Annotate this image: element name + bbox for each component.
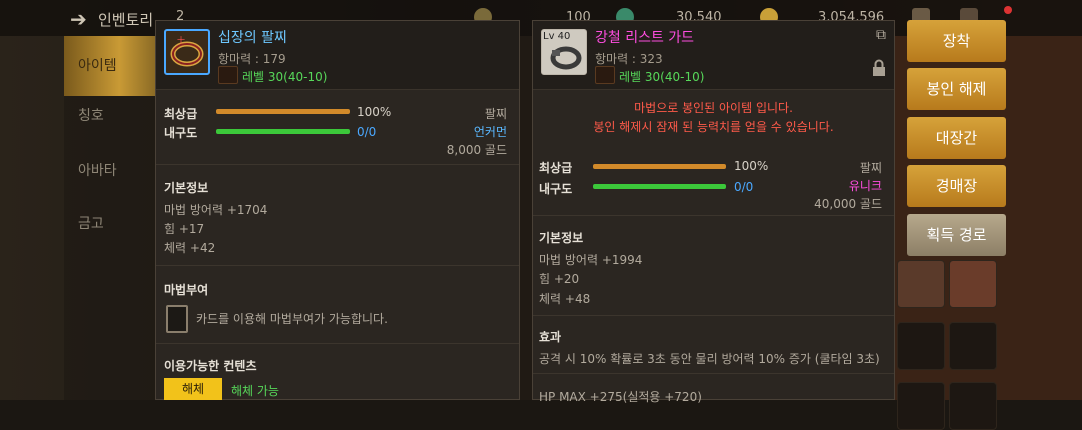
page-title: 인벤토리 (98, 11, 154, 29)
item-name: 십장의 팔찌 (218, 30, 287, 46)
card-slot-icon[interactable] (166, 305, 188, 333)
inventory-slot[interactable] (897, 382, 945, 430)
back-arrow-icon[interactable]: ➔ (70, 7, 87, 31)
stat-line: 체력 +48 (539, 292, 591, 306)
auction-button[interactable]: 경매장 (907, 165, 1006, 207)
tooltip-header: Lv 40 강철 리스트 가드 항마력 : 323 레벨 30(40-10) ⧉ (533, 21, 894, 90)
basic-info-title: 기본정보 (164, 181, 209, 195)
sealed-notice-2: 봉인 해제시 잠재 된 능력치를 얻을 수 있습니다. (593, 120, 834, 134)
divider (156, 265, 519, 266)
quality-label: 최상급 (164, 107, 198, 121)
class-icon (595, 66, 615, 84)
durability-value: 0/0 (357, 125, 377, 139)
enchant-text: 카드를 이용해 마법부여가 가능합니다. (196, 312, 388, 326)
divider (156, 164, 519, 165)
quality-bar (593, 164, 726, 169)
content-title: 이용가능한 컨텐츠 (164, 359, 257, 373)
durability-value: 0/0 (734, 180, 754, 194)
item-tooltip-left: 十 십장의 팔찌 항마력 : 179 레벨 30(40-10) 최상급 100%… (155, 20, 520, 400)
durability-bar (216, 129, 350, 134)
stat-line: 힘 +17 (164, 222, 205, 236)
item-rarity: 유니크 (848, 179, 882, 193)
divider (533, 315, 894, 316)
item-name: 강철 리스트 가드 (595, 30, 695, 46)
quality-percent: 100% (734, 159, 769, 173)
level-badge: Lv 40 (543, 31, 571, 42)
svg-text:十: 十 (177, 35, 185, 45)
item-level: 레벨 30(40-10) (619, 70, 705, 84)
divider (533, 373, 894, 374)
tab-vault[interactable]: 금고 (64, 194, 156, 254)
item-power: 항마력 : 179 (218, 52, 286, 66)
item-price: 40,000 골드 (814, 197, 882, 211)
divider (156, 343, 519, 344)
effect-text: 공격 시 10% 확률로 3초 동안 물리 방어력 10% 증가 (쿨타임 3초… (539, 352, 880, 366)
durability-bar (593, 184, 726, 189)
equip-button[interactable]: 장착 (907, 20, 1006, 62)
item-price: 8,000 골드 (446, 143, 507, 157)
divider (533, 215, 894, 216)
acquisition-route-button[interactable]: 획득 경로 (907, 214, 1006, 256)
extra-stat: HP MAX +275(실적용 +720) (539, 390, 702, 404)
bracelet-icon: 十 (164, 29, 210, 75)
sealed-notice-1: 마법으로 봉인된 아이템 입니다. (634, 101, 793, 115)
tab-avatar[interactable]: 아바타 (64, 141, 156, 201)
tab-titles[interactable]: 칭호 (64, 86, 156, 146)
quality-label: 최상급 (539, 161, 573, 175)
item-rarity: 언커먼 (473, 125, 507, 139)
basic-info-title: 기본정보 (539, 231, 584, 245)
inventory-slot[interactable] (949, 322, 997, 370)
quality-bar (216, 109, 350, 114)
durability-label: 내구도 (539, 182, 573, 196)
quality-percent: 100% (357, 105, 392, 119)
inventory-slot[interactable] (897, 260, 945, 308)
stat-line: 마법 방어력 +1704 (164, 203, 268, 217)
lock-icon[interactable] (872, 59, 886, 81)
enchant-title: 마법부여 (164, 283, 209, 297)
sidebar: 아이템 칭호 아바타 금고 (64, 36, 156, 400)
inventory-slot[interactable] (949, 260, 997, 308)
inventory-slot[interactable] (949, 382, 997, 430)
stat-line: 체력 +42 (164, 241, 216, 255)
share-icon[interactable]: ⧉ (876, 27, 886, 43)
disassemble-button[interactable]: 해체 (164, 378, 222, 400)
item-level: 레벨 30(40-10) (242, 70, 328, 84)
disassemble-status: 해체 가능 (231, 384, 279, 398)
notification-dot-icon (1004, 6, 1012, 14)
blacksmith-button[interactable]: 대장간 (907, 117, 1006, 159)
stat-line: 힘 +20 (539, 272, 580, 286)
durability-label: 내구도 (164, 126, 198, 140)
stat-line: 마법 방어력 +1994 (539, 253, 643, 267)
item-slot: 팔찌 (859, 161, 882, 175)
effect-title: 효과 (539, 330, 562, 344)
class-icon (218, 66, 238, 84)
unseal-button[interactable]: 봉인 해제 (907, 68, 1006, 110)
item-tooltip-right: Lv 40 강철 리스트 가드 항마력 : 323 레벨 30(40-10) ⧉… (532, 20, 895, 404)
item-power: 항마력 : 323 (595, 52, 663, 66)
inventory-slot[interactable] (897, 322, 945, 370)
tooltip-header: 十 십장의 팔찌 항마력 : 179 레벨 30(40-10) (156, 21, 519, 90)
item-slot: 팔찌 (484, 107, 507, 121)
